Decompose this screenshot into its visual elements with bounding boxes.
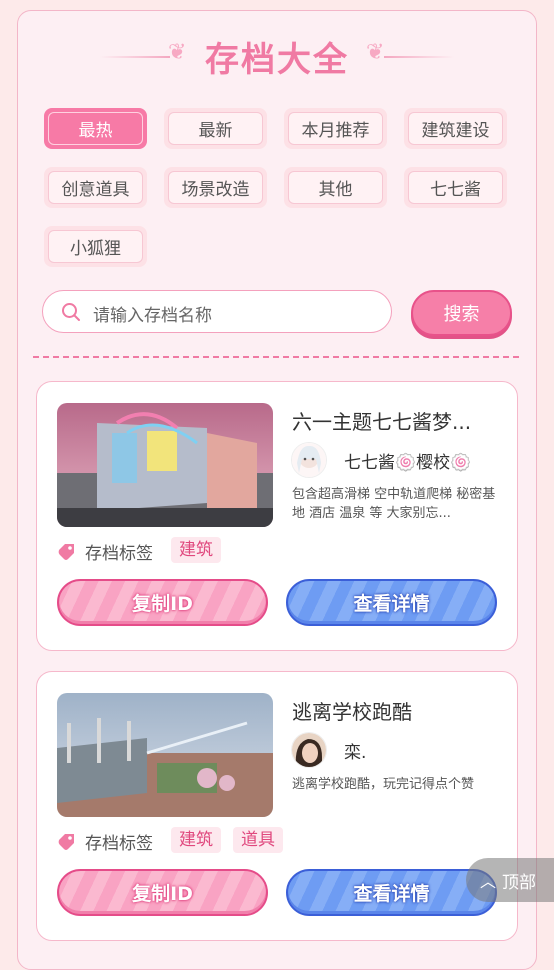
tag-badge: 道具 — [233, 827, 283, 853]
search-input[interactable]: 请输入存档名称 — [42, 290, 392, 333]
tab-label: 创意道具 — [48, 171, 143, 204]
tab-qiqijiang[interactable]: 七七酱 — [404, 167, 507, 208]
title-decoration-line-right — [384, 56, 454, 58]
tag-icon — [58, 834, 74, 850]
search-icon — [62, 303, 80, 321]
tab-other[interactable]: 其他 — [284, 167, 387, 208]
back-to-top-label: 顶部 — [502, 872, 537, 893]
tab-label: 最热 — [48, 112, 143, 145]
tab-label: 其他 — [288, 171, 383, 204]
tag-badge: 建筑 — [171, 827, 221, 853]
tab-label: 七七酱 — [408, 171, 503, 204]
dashed-divider — [33, 356, 519, 358]
tag-icon — [58, 544, 74, 560]
author-name: 栾. — [344, 743, 367, 763]
archive-card[interactable]: 六一主题七七酱梦... 七七酱🍥樱校🍥 包含超高滑梯 空中轨道爬梯 秘密基地 酒… — [36, 381, 518, 651]
leaf-decoration-icon: ❦ — [366, 40, 385, 65]
author-name: 七七酱🍥樱校🍥 — [344, 453, 472, 473]
avatar — [291, 442, 327, 478]
tab-label: 小狐狸 — [48, 230, 143, 263]
avatar — [291, 732, 327, 768]
archive-thumbnail[interactable] — [57, 693, 273, 817]
view-details-button[interactable]: 查看详情 — [286, 579, 497, 626]
copy-id-button[interactable]: 复制ID — [57, 869, 268, 916]
tab-little-fox[interactable]: 小狐狸 — [44, 226, 147, 267]
tab-label: 建筑建设 — [408, 112, 503, 145]
tab-label: 最新 — [168, 112, 263, 145]
archive-description: 逃离学校跑酷，玩完记得点个赞 — [292, 777, 475, 792]
tab-label: 本月推荐 — [288, 112, 383, 145]
tab-hottest[interactable]: 最热 — [44, 108, 147, 149]
archive-thumbnail[interactable] — [57, 403, 273, 527]
search-placeholder: 请输入存档名称 — [93, 306, 212, 326]
tab-scene-remodel[interactable]: 场景改造 — [164, 167, 267, 208]
copy-id-button[interactable]: 复制ID — [57, 579, 268, 626]
archive-title: 逃离学校跑酷 — [292, 700, 412, 724]
tag-label: 存档标签 — [85, 544, 153, 564]
back-to-top-button[interactable]: ︿ 顶部 — [466, 858, 554, 902]
page-title: 存档大全 — [205, 40, 349, 80]
tab-monthly-recommend[interactable]: 本月推荐 — [284, 108, 387, 149]
chevron-up-icon: ︿ — [480, 872, 497, 891]
tag-label: 存档标签 — [85, 834, 153, 854]
archive-title: 六一主题七七酱梦... — [292, 410, 472, 434]
tab-label: 场景改造 — [168, 171, 263, 204]
archive-card[interactable]: 逃离学校跑酷 栾. 逃离学校跑酷，玩完记得点个赞 存档标签 建筑 道具 复制ID… — [36, 671, 518, 941]
tab-newest[interactable]: 最新 — [164, 108, 267, 149]
page-header: ❦ 存档大全 ❦ — [0, 28, 554, 80]
search-button[interactable]: 搜索 — [411, 290, 512, 336]
tab-building[interactable]: 建筑建设 — [404, 108, 507, 149]
tag-badge: 建筑 — [171, 537, 221, 563]
archive-description: 包含超高滑梯 空中轨道爬梯 秘密基地 酒店 温泉 等 大家别忘... — [292, 487, 496, 521]
tab-creative-props[interactable]: 创意道具 — [44, 167, 147, 208]
